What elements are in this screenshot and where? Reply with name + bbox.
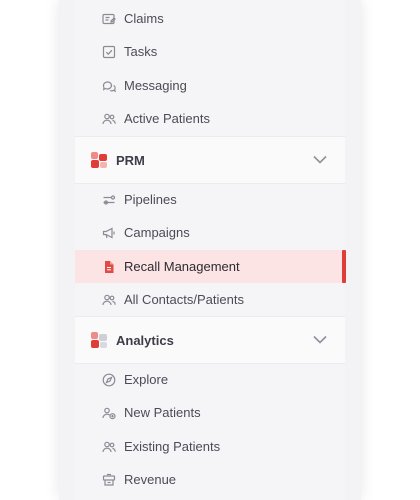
sidebar-item-revenue[interactable]: Revenue: [75, 463, 345, 496]
sidebar-item-active-patients[interactable]: Active Patients: [75, 102, 345, 135]
claims-icon: [102, 12, 116, 26]
chevron-down-icon[interactable]: [312, 333, 328, 345]
sidebar-item-label: Messaging: [124, 78, 187, 93]
sidebar-item-label: Claims: [124, 11, 164, 26]
sidebar-item-explore[interactable]: Explore: [75, 363, 345, 396]
sidebar-item-label: All Contacts/Patients: [124, 292, 244, 307]
users-icon: [102, 440, 116, 454]
section-header-prm[interactable]: PRM: [75, 136, 345, 184]
sidebar-item-tasks[interactable]: Tasks: [75, 35, 345, 68]
prm-logo-icon: [90, 151, 108, 169]
chevron-down-icon[interactable]: [312, 153, 328, 165]
sidebar-nav: Claims Tasks Messaging Active Patients P…: [75, 0, 346, 500]
sidebar-item-label: Campaigns: [124, 225, 190, 240]
sidebar-item-label: Revenue: [124, 472, 177, 487]
chat-bubbles-icon: [102, 79, 116, 93]
user-add-icon: [102, 406, 116, 420]
compass-icon: [102, 373, 116, 387]
sidebar-item-existing-patients[interactable]: Existing Patients: [75, 430, 345, 463]
users-icon: [102, 293, 116, 307]
active-indicator: [342, 250, 346, 283]
section-header-analytics[interactable]: Analytics: [75, 316, 345, 364]
sidebar-item-label: Pipelines: [124, 192, 177, 207]
sidebar-item-label: Tasks: [124, 44, 158, 59]
sidebar-item-recall-management[interactable]: Recall Management: [75, 250, 346, 283]
megaphone-icon: [102, 226, 116, 240]
sidebar-item-all-contacts-patients[interactable]: All Contacts/Patients: [75, 283, 345, 316]
analytics-logo-icon: [90, 331, 108, 349]
sidebar-item-label: Explore: [124, 372, 169, 387]
pipelines-icon: [102, 193, 116, 207]
sidebar-item-label: Recall Management: [124, 259, 240, 274]
tasks-checkbox-icon: [102, 45, 116, 59]
sidebar-item-pipelines[interactable]: Pipelines: [75, 183, 345, 216]
revenue-icon: [102, 473, 116, 487]
sidebar-item-claims[interactable]: Claims: [75, 2, 345, 35]
users-icon: [102, 112, 116, 126]
sidebar-item-campaigns[interactable]: Campaigns: [75, 216, 345, 249]
document-icon: [102, 260, 116, 274]
section-title: PRM: [116, 152, 145, 168]
sidebar-item-label: New Patients: [124, 405, 201, 420]
sidebar-item-label: Existing Patients: [124, 439, 221, 454]
sidebar-item-messaging[interactable]: Messaging: [75, 69, 345, 102]
sidebar-item-label: Active Patients: [124, 111, 210, 126]
sidebar-item-new-patients[interactable]: New Patients: [75, 396, 345, 429]
section-title: Analytics: [116, 332, 174, 348]
